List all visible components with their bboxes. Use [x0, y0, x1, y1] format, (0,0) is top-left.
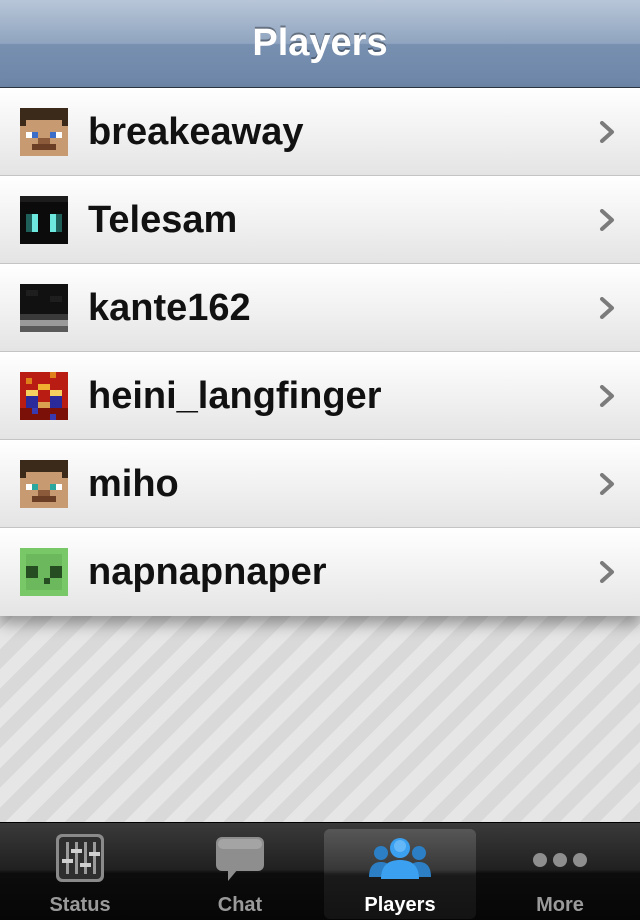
tab-status[interactable]: Status	[4, 829, 156, 919]
tab-more[interactable]: More	[484, 829, 636, 919]
slime-face-icon	[20, 548, 68, 596]
chevron-right-icon	[596, 121, 618, 143]
speech-bubble-icon	[214, 833, 266, 883]
player-row-breakeaway[interactable]: breakeaway	[0, 88, 640, 176]
more-dots-icon	[530, 833, 590, 883]
player-name: miho	[88, 463, 179, 505]
chevron-right-icon	[596, 385, 618, 407]
player-row-telesam[interactable]: Telesam	[0, 176, 640, 264]
player-name: napnapnaper	[88, 551, 327, 593]
player-name: heini_langfinger	[88, 375, 382, 417]
player-row-napnapnaper[interactable]: napnapnaper	[0, 528, 640, 616]
player-row-kante162[interactable]: kante162	[0, 264, 640, 352]
player-name: kante162	[88, 287, 251, 329]
tab-bar: Status Chat Players More	[0, 822, 640, 920]
player-name: Telesam	[88, 199, 238, 241]
navigation-bar: Players	[0, 0, 640, 88]
player-row-miho[interactable]: miho	[0, 440, 640, 528]
tab-label: More	[536, 894, 584, 916]
player-row-heini-langfinger[interactable]: heini_langfinger	[0, 352, 640, 440]
tab-label: Chat	[217, 894, 263, 916]
enderman-face-icon	[20, 196, 68, 244]
steve-face-teal-eyes-icon	[20, 460, 68, 508]
tab-players[interactable]: Players	[324, 829, 476, 919]
player-name: breakeaway	[88, 111, 304, 153]
tab-chat[interactable]: Chat	[164, 829, 316, 919]
steve-face-blue-eyes-icon	[20, 108, 68, 156]
red-blue-skin-face-icon	[20, 372, 68, 420]
chevron-right-icon	[596, 473, 618, 495]
sliders-icon	[55, 833, 105, 883]
tab-label: Players	[364, 894, 436, 916]
page-title: Players	[252, 22, 388, 64]
tab-label: Status	[49, 894, 111, 916]
dark-skin-face-icon	[20, 284, 68, 332]
player-list: breakeaway Telesam kante162 heini_langfi…	[0, 88, 640, 616]
chevron-right-icon	[596, 297, 618, 319]
chevron-right-icon	[596, 209, 618, 231]
people-icon	[367, 833, 433, 883]
chevron-right-icon	[596, 561, 618, 583]
